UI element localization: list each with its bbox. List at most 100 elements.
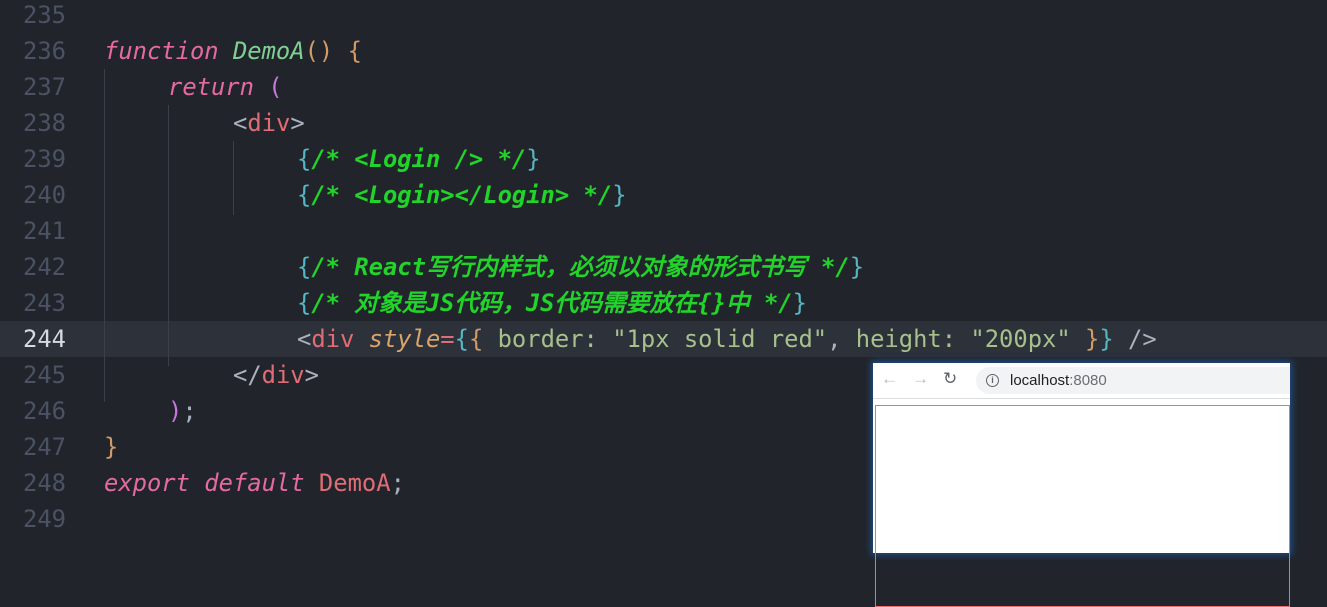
code-token: > [290,109,305,137]
code-line[interactable]: 244 <div style={{ border: "1px solid red"… [0,321,1327,357]
arrow-right-icon[interactable]: → [912,369,929,389]
code-token: div [247,109,291,137]
code-token: DemoA [318,469,391,497]
code-token: /* <Login /> */ [311,145,527,173]
line-number: 239 [23,145,66,173]
line-number: 242 [23,253,66,281]
code-token: , [827,325,856,353]
info-icon[interactable]: i [986,374,999,387]
code-token: div [261,361,305,389]
indent-guide [233,141,234,215]
code-token: } [104,433,119,461]
code-token: { [297,145,312,173]
indent-guide [168,105,169,366]
code-line[interactable]: 236 function DemoA() { [0,33,1327,69]
line-number: 241 [23,217,66,245]
code-token: { [454,325,469,353]
line-number: 246 [23,397,66,425]
code-token: /* <Login></Login> */ [311,181,613,209]
line-number: 247 [23,433,66,461]
line-number: 235 [23,1,66,29]
code-token: export [104,469,190,497]
code-token: /> [1113,325,1157,353]
code-line[interactable]: 242 {/* React写行内样式，必须以对象的形式书写 */} [0,249,1327,285]
code-line[interactable]: 241 [0,213,1327,249]
code-token: } [526,145,541,173]
line-number: 243 [23,289,66,317]
code-token: </ [233,361,262,389]
line-number: 248 [23,469,66,497]
browser-toolbar: ← → ↻ i localhost:8080 [873,363,1290,399]
arrow-left-icon[interactable]: ← [881,369,898,389]
code-token: } [792,289,807,317]
code-text: {/* 对象是JS代码，JS代码需要放在{}中 */} [297,285,807,321]
code-text: } [104,429,118,465]
code-token: } [612,181,627,209]
code-line[interactable]: 238 <div> [0,105,1327,141]
code-token: div [311,325,355,353]
code-line[interactable]: 243 {/* 对象是JS代码，JS代码需要放在{}中 */} [0,285,1327,321]
code-token: = [440,325,455,353]
code-token: style [368,325,441,353]
code-token: return [168,73,254,101]
code-token: < [297,325,312,353]
code-token: border: [483,325,613,353]
code-line[interactable]: 237 return ( [0,69,1327,105]
code-token: ; [390,469,405,497]
code-token: () [304,37,334,65]
code-text: {/* <Login /> */} [297,141,541,177]
code-line[interactable]: 240 {/* <Login></Login> */} [0,177,1327,213]
line-number: 240 [23,181,66,209]
code-text: ); [168,393,197,429]
code-text: {/* React写行内样式，必须以对象的形式书写 */} [297,249,864,285]
code-text: <div> [233,105,305,141]
code-text: </div> [233,357,319,393]
url-host: localhost [1010,372,1070,389]
code-text: {/* <Login></Login> */} [297,177,627,213]
code-token: } [849,253,865,281]
code-token: ) [168,397,183,425]
line-number: 245 [23,361,66,389]
code-token: DemoA [232,37,305,65]
code-token: ; [182,397,197,425]
code-line[interactable]: 235 [0,0,1327,33]
code-line[interactable]: 239 {/* <Login /> */} [0,141,1327,177]
code-token: /* React写行内样式，必须以对象的形式书写 */ [311,253,850,281]
reload-icon[interactable]: ↻ [943,369,957,389]
url-port: :8080 [1069,372,1107,389]
code-token: > [304,361,319,389]
code-token: < [233,109,248,137]
code-text: return ( [168,69,283,105]
code-token: function [104,37,219,65]
line-number: 237 [23,73,66,101]
code-token: "1px solid red" [612,325,828,353]
code-token: "200px" [970,325,1071,353]
code-text: function DemoA() { [104,33,362,69]
code-token: { [468,325,484,353]
code-token: } [1099,325,1114,353]
line-number: 244 [23,325,66,353]
indent-guide [104,69,105,402]
code-token: ( [268,73,283,101]
code-token: { [347,37,362,65]
address-bar[interactable]: i localhost:8080 [976,367,1290,394]
code-token: { [297,181,312,209]
code-text: export default DemoA; [104,465,405,501]
code-token: } [1085,325,1100,353]
code-token: default [204,469,305,497]
code-token: { [297,253,312,281]
line-number: 249 [23,505,66,533]
browser-window: ← → ↻ i localhost:8080 [873,363,1290,607]
code-token: { [297,289,312,317]
code-token: height: [855,325,971,353]
code-text: <div style={{ border: "1px solid red", h… [297,321,1157,357]
line-number: 236 [23,37,66,65]
styled-div-preview [875,405,1290,607]
